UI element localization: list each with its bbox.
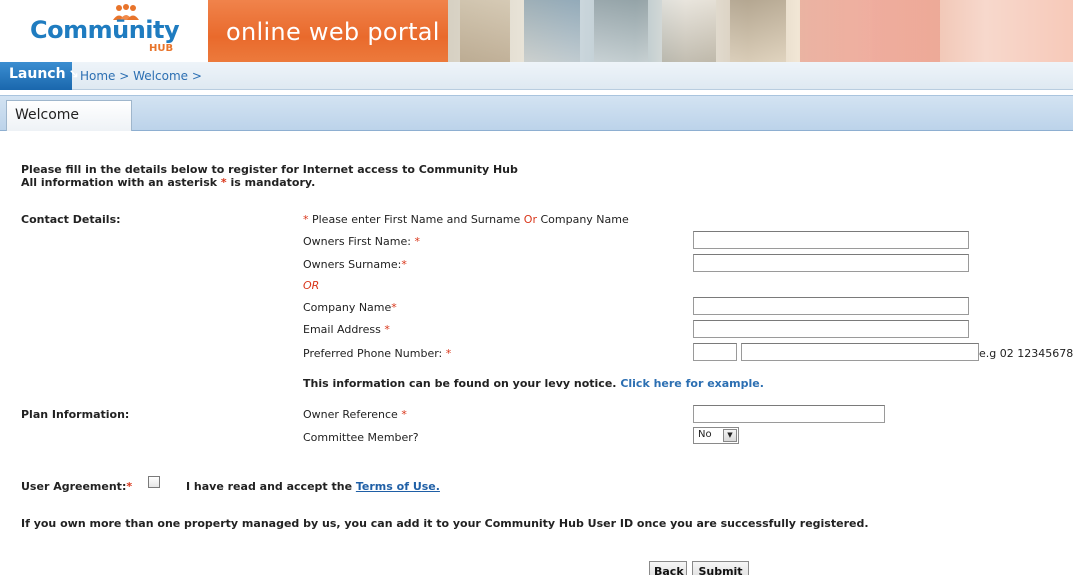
multi-property-note: If you own more than one property manage…	[21, 517, 869, 530]
required-asterisk: *	[445, 347, 452, 360]
owner-reference-label: Owner Reference *	[303, 408, 407, 421]
portal-title: online web portal	[226, 18, 440, 46]
committee-member-select[interactable]: No ▼	[693, 427, 739, 444]
first-name-field[interactable]	[693, 231, 969, 249]
logo: Commūnity HUB	[0, 0, 208, 62]
plan-section-label: Plan Information:	[21, 408, 130, 421]
required-asterisk: *	[391, 301, 397, 314]
phone-area-code-field[interactable]	[693, 343, 737, 361]
company-label-text: Company Name	[303, 301, 392, 314]
terms-acceptance-text: I have read and accept the Terms of Use.	[186, 480, 440, 493]
levy-notice-text: This information can be found on your le…	[303, 377, 764, 390]
contact-note: * Please enter First Name and Surname Or…	[303, 213, 629, 226]
terms-checkbox[interactable]	[148, 476, 160, 488]
company-label: Company Name*	[303, 301, 397, 314]
levy-example-link[interactable]: Click here for example.	[620, 377, 764, 390]
terms-of-use-link[interactable]: Terms of Use.	[356, 480, 440, 493]
company-name-field[interactable]	[693, 297, 969, 315]
user-agreement-label-text: User Agreement:	[21, 480, 127, 493]
owner-reference-label-text: Owner Reference	[303, 408, 402, 421]
banner-photos	[448, 0, 1073, 62]
surname-label-text: Owners Surname:	[303, 258, 402, 271]
launch-button[interactable]: Launch ↘	[0, 62, 79, 90]
contact-note-or: Or	[523, 213, 537, 226]
required-asterisk: *	[384, 323, 390, 336]
tab-welcome[interactable]: Welcome	[6, 100, 132, 131]
required-asterisk: *	[401, 258, 407, 271]
intro-line-2-pre: All information with an asterisk	[21, 176, 221, 189]
intro-line-1: Please fill in the details below to regi…	[21, 163, 518, 176]
breadcrumb[interactable]: Home > Welcome >	[80, 69, 202, 83]
logo-text: Commūnity	[30, 16, 180, 44]
phone-label: Preferred Phone Number: *	[303, 347, 451, 360]
first-name-label-text: Owners First Name:	[303, 235, 415, 248]
intro-line-2-post: is mandatory.	[226, 176, 316, 189]
surname-field[interactable]	[693, 254, 969, 272]
required-asterisk: *	[126, 480, 133, 493]
portal-title-banner: online web portal	[208, 0, 448, 62]
email-label: Email Address *	[303, 323, 390, 336]
phone-label-text: Preferred Phone Number:	[303, 347, 446, 360]
email-field[interactable]	[693, 320, 969, 338]
phone-hint: e.g 02 12345678	[979, 347, 1073, 360]
committee-member-label: Committee Member?	[303, 431, 419, 444]
tab-bar	[0, 95, 1073, 131]
dropdown-arrow-icon[interactable]: ▼	[723, 429, 737, 442]
contact-section-label: Contact Details:	[21, 213, 121, 226]
email-label-text: Email Address	[303, 323, 385, 336]
owner-reference-field[interactable]	[693, 405, 885, 423]
intro-line-2: All information with an asterisk * is ma…	[21, 176, 315, 189]
levy-text: This information can be found on your le…	[303, 377, 621, 390]
header-banner: Commūnity HUB online web portal	[0, 0, 1073, 62]
submit-button[interactable]: Submit	[692, 561, 749, 575]
terms-text: I have read and accept the	[186, 480, 356, 493]
required-asterisk: *	[401, 408, 407, 421]
launch-label: Launch	[9, 66, 66, 82]
user-agreement-label: User Agreement:*	[21, 480, 132, 493]
phone-number-field[interactable]	[741, 343, 979, 361]
contact-note-post: Company Name	[536, 213, 629, 226]
back-button[interactable]: Back	[649, 561, 687, 575]
logo-subtext: HUB	[149, 43, 174, 54]
arrow-down-right-icon: ↘	[68, 67, 79, 81]
or-label: OR	[303, 279, 320, 292]
first-name-label: Owners First Name: *	[303, 235, 420, 248]
required-asterisk: *	[414, 235, 420, 248]
committee-member-value: No	[698, 429, 712, 440]
contact-note-pre: Please enter First Name and Surname	[308, 213, 524, 226]
surname-label: Owners Surname:*	[303, 258, 407, 271]
